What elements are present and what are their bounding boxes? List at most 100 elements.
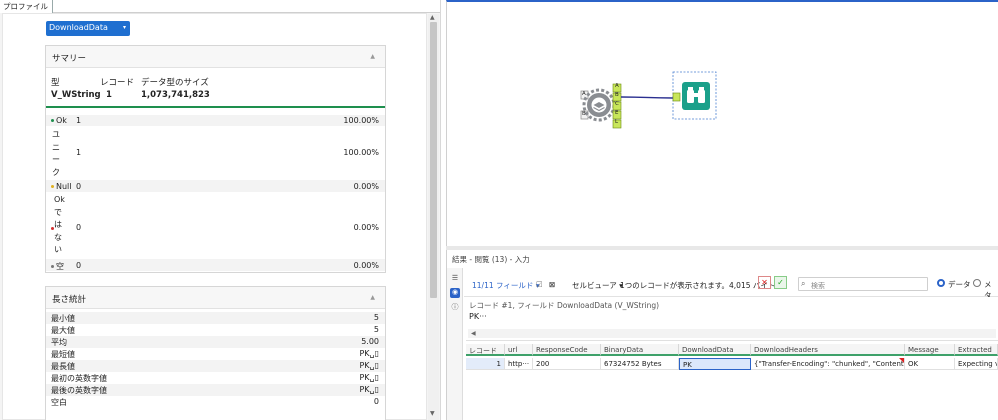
cell-viewer-label: セルビューア — [572, 281, 617, 290]
summary-value-records: 1 — [106, 90, 112, 100]
column-header[interactable]: BinaryData — [601, 344, 679, 356]
summary-row-unique: ユニーク 1 100.00% — [46, 127, 385, 181]
field-selector-label: DownloadData — [49, 23, 108, 32]
summary-value-size: 1,073,741,823 — [141, 90, 210, 100]
connection-line[interactable] — [620, 96, 674, 99]
summary-header-size: データ型のサイズ — [141, 78, 209, 88]
stat-label: 最大値 — [51, 326, 75, 335]
record-message: 1つのレコードが表示されます。4,015 バイト — [620, 281, 776, 290]
stat-value: PK␣▯ — [359, 349, 379, 358]
cell-download-data[interactable]: PK — [679, 358, 751, 370]
row-count: 1 — [76, 148, 82, 157]
tab-profile[interactable]: プロファイル — [0, 0, 53, 13]
stat-row: 最初の英数字値 PK␣▯ — [46, 372, 385, 384]
list-icon[interactable]: ☰ — [450, 274, 460, 284]
stat-label: 最初の英数字値 — [51, 374, 107, 383]
stat-row: 平均 5.00 — [46, 336, 385, 348]
workflow-svg — [580, 71, 717, 129]
radio-data[interactable] — [937, 279, 945, 287]
cell-viewer-dropdown[interactable]: セルビューア ▾ — [572, 280, 623, 291]
radio-data-label: データ — [948, 280, 971, 289]
stat-value: 5 — [373, 313, 379, 322]
ok-bar — [46, 106, 385, 108]
stat-row: 最長値 PK␣▯ — [46, 360, 385, 372]
input-anchor-label: A — [582, 91, 586, 97]
cell-url[interactable]: http··· — [505, 358, 533, 370]
horizontal-scrollbar[interactable]: ◀ — [468, 329, 996, 338]
search-input[interactable]: 検索 — [811, 281, 825, 291]
cell-message[interactable]: OK — [905, 358, 955, 370]
column-header[interactable]: Message — [905, 344, 955, 356]
stat-value: 5.00 — [361, 337, 379, 346]
summary-header-type: 型 — [51, 78, 60, 88]
row-percent: 0.00% — [353, 182, 379, 191]
column-header[interactable]: ResponseCode — [533, 344, 601, 356]
cell-extracted[interactable]: Expecting va — [955, 358, 998, 370]
results-title: 結果 - 閲覧 (13) - 入力 — [452, 255, 530, 264]
scroll-left-icon[interactable]: ◀ — [471, 330, 476, 337]
workflow-canvas[interactable]: A B A B C E L — [446, 0, 998, 246]
stat-row: 最短値 PK␣▯ — [46, 348, 385, 360]
stat-label: 最長値 — [51, 362, 75, 371]
column-header[interactable]: DownloadData — [679, 344, 751, 356]
stat-value: 0 — [373, 397, 379, 406]
scroll-up-icon[interactable]: ▲ — [430, 14, 435, 21]
row-percent: 100.00% — [343, 116, 379, 125]
results-grid: レコード url ResponseCode BinaryData Downloa… — [466, 344, 998, 420]
summary-row-not-ok: Ok ではない 0 0.00% — [46, 193, 385, 259]
view-icon[interactable]: ◉ — [450, 288, 460, 298]
scroll-down-icon[interactable]: ▼ — [430, 410, 435, 417]
profile-panel: プロファイル ▲ ▼ DownloadData ▾ サマリー ▲ 型 レコード … — [0, 0, 441, 420]
stat-row: 最大値 5 — [46, 324, 385, 336]
cell-detail: レコード #1, フィールド DownloadData (V_WString) … — [466, 297, 998, 341]
summary-value-type: V_WString — [51, 90, 101, 100]
search-box[interactable]: ⌕ 検索 — [798, 277, 928, 291]
stat-label: 最小値 — [51, 314, 75, 323]
row-percent: 100.00% — [343, 148, 379, 157]
detail-value[interactable]: PK··· — [469, 312, 487, 321]
stats-title: 長さ統計 — [52, 295, 87, 305]
column-header[interactable]: url — [505, 344, 533, 356]
browse-input-anchor[interactable] — [672, 92, 681, 102]
fields-dropdown[interactable]: 11/11 フィールド ▾ — [472, 280, 540, 291]
browse-tool-icon[interactable] — [682, 82, 710, 110]
stat-value: PK␣▯ — [359, 373, 379, 382]
not-ok-dot-icon — [51, 227, 54, 230]
row-count: 0 — [76, 223, 82, 232]
output-anchor-label: E — [615, 110, 619, 116]
close-icon[interactable]: ✕ — [758, 276, 771, 289]
column-header[interactable]: DownloadHeaders — [751, 344, 905, 356]
collapse-icon[interactable]: ▲ — [370, 53, 375, 60]
check-mark-icon[interactable]: ✓ — [774, 276, 787, 289]
stat-label: 空白 — [51, 398, 67, 407]
collapse-icon[interactable]: ▲ — [370, 294, 375, 301]
info-icon[interactable]: ⓘ — [450, 302, 460, 312]
stop-icon[interactable]: ⊠ — [549, 280, 555, 289]
field-selector-button[interactable]: DownloadData ▾ — [46, 21, 130, 36]
download-tool-icon[interactable] — [582, 88, 616, 122]
column-header[interactable]: レコード — [466, 344, 505, 356]
row-count: 0 — [76, 182, 82, 191]
output-anchor-label: C — [615, 101, 619, 107]
row-label: Null — [56, 182, 72, 191]
truncation-marker-icon — [899, 358, 904, 363]
stat-label: 最短値 — [51, 350, 75, 359]
stats-header[interactable]: 長さ統計 ▲ — [46, 287, 385, 309]
row-number[interactable]: 1 — [466, 358, 505, 370]
scrollbar-thumb[interactable] — [430, 22, 437, 298]
cell-download-headers[interactable]: {"Transfer-Encoding": "chunked", "Conten… — [751, 358, 905, 370]
summary-row-empty: 空 0 0.00% — [46, 259, 385, 271]
cell-binary-data[interactable]: 67324752 Bytes — [601, 358, 679, 370]
summary-header-records: レコード — [100, 78, 135, 88]
row-count: 1 — [76, 116, 82, 125]
stat-value: 5 — [373, 325, 379, 334]
cell-response-code[interactable]: 200 — [533, 358, 601, 370]
ok-dot-icon — [51, 119, 54, 122]
summary-header[interactable]: サマリー ▲ — [46, 46, 385, 68]
check-icon[interactable]: ☑ — [536, 280, 543, 289]
null-dot-icon — [51, 185, 54, 188]
radio-metadata[interactable] — [973, 279, 981, 287]
stat-row: 空白 0 — [46, 396, 385, 408]
column-header[interactable]: Extracted — [955, 344, 998, 356]
input-anchor-label: B — [582, 111, 586, 117]
